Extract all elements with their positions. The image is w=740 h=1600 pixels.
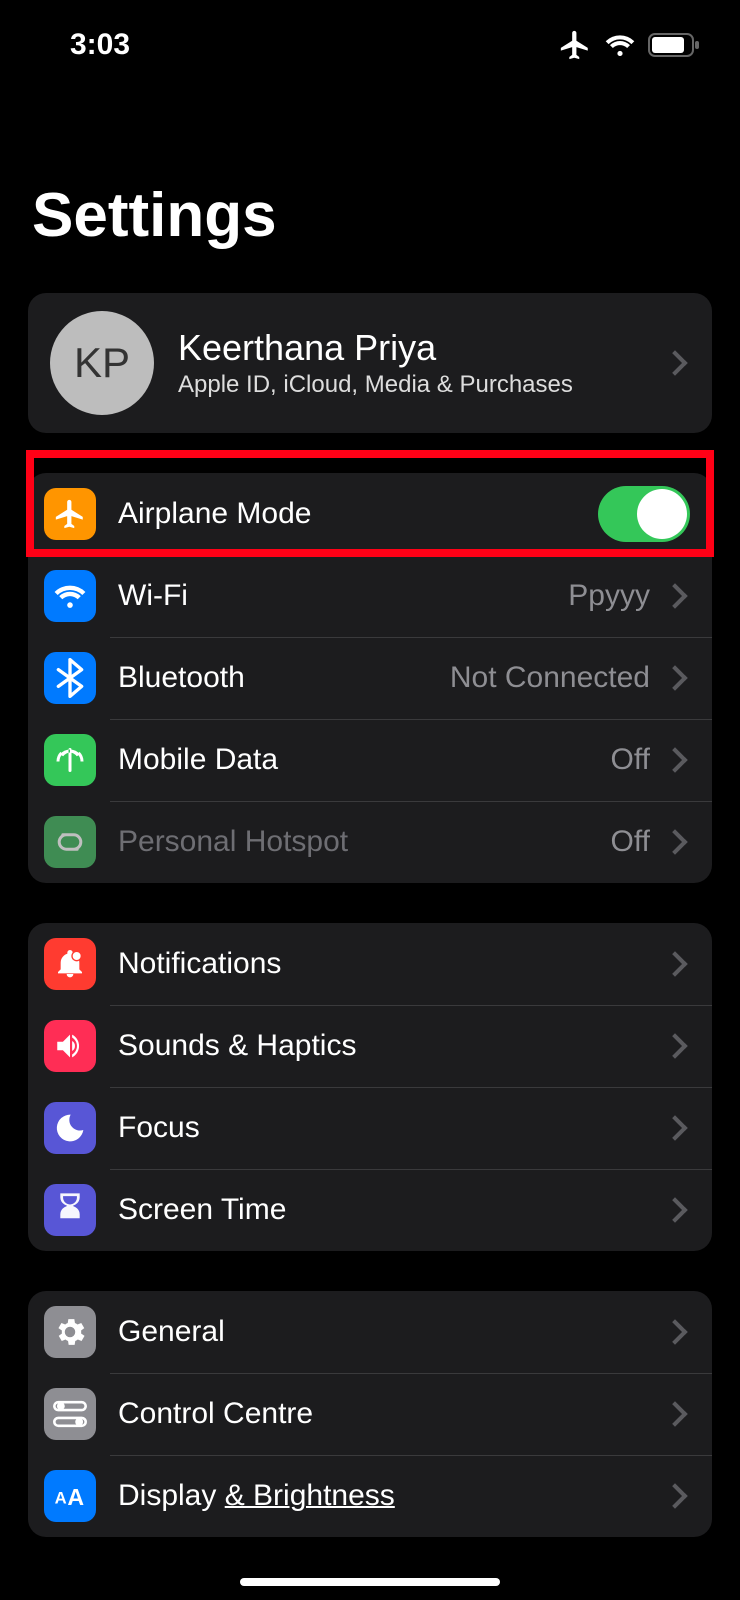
sounds-label: Sounds & Haptics: [118, 1029, 666, 1063]
mobiledata-row[interactable]: Mobile DataOff: [28, 719, 712, 801]
airplane-icon: [44, 488, 96, 540]
wifi-label: Wi-Fi: [118, 579, 568, 613]
airplane-row[interactable]: Airplane Mode: [28, 473, 712, 555]
status-icons: [558, 28, 700, 62]
screentime-row[interactable]: Screen Time: [28, 1169, 712, 1251]
hotspot-row[interactable]: Personal HotspotOff: [28, 801, 712, 883]
general-icon: [44, 1306, 96, 1358]
airplane-label: Airplane Mode: [118, 497, 598, 531]
avatar: KP: [50, 311, 154, 415]
focus-row[interactable]: Focus: [28, 1087, 712, 1169]
mobiledata-label: Mobile Data: [118, 743, 611, 777]
bluetooth-icon: [44, 652, 96, 704]
display-label: Display & Brightness: [118, 1479, 666, 1513]
focus-label: Focus: [118, 1111, 666, 1145]
profile-subtitle: Apple ID, iCloud, Media & Purchases: [178, 371, 642, 399]
general-group: General Control Centre AA Display & Brightn…: [28, 1291, 712, 1537]
controlcentre-icon: [44, 1388, 96, 1440]
home-indicator[interactable]: [240, 1578, 500, 1586]
notifications-icon: [44, 938, 96, 990]
general-row[interactable]: General: [28, 1291, 712, 1373]
chevron-right-icon: [662, 1033, 687, 1058]
chevron-right-icon: [662, 1197, 687, 1222]
bluetooth-value: Not Connected: [450, 661, 650, 695]
screentime-icon: [44, 1184, 96, 1236]
chevron-right-icon: [662, 350, 687, 375]
profile-name: Keerthana Priya: [178, 327, 642, 369]
screentime-label: Screen Time: [118, 1193, 666, 1227]
bluetooth-row[interactable]: BluetoothNot Connected: [28, 637, 712, 719]
notifications-row[interactable]: Notifications: [28, 923, 712, 1005]
chevron-right-icon: [662, 665, 687, 690]
display-row[interactable]: AA Display & Brightness: [28, 1455, 712, 1537]
controlcentre-row[interactable]: Control Centre: [28, 1373, 712, 1455]
mobiledata-value: Off: [611, 743, 650, 777]
focus-icon: [44, 1102, 96, 1154]
svg-text:A: A: [55, 1489, 67, 1508]
notifications-group: Notifications Sounds & Haptics Focus Screen…: [28, 923, 712, 1251]
chevron-right-icon: [662, 1319, 687, 1344]
status-time: 3:03: [70, 28, 130, 62]
hotspot-icon: [44, 816, 96, 868]
svg-text:A: A: [67, 1484, 84, 1510]
hotspot-value: Off: [611, 825, 650, 859]
chevron-right-icon: [662, 747, 687, 772]
chevron-right-icon: [662, 829, 687, 854]
chevron-right-icon: [662, 1401, 687, 1426]
page-title: Settings: [0, 90, 740, 269]
chevron-right-icon: [662, 951, 687, 976]
wifi-icon: [604, 32, 636, 58]
connectivity-group: Airplane ModeWi-FiPpyyyBluetoothNot Conn…: [28, 473, 712, 883]
notifications-label: Notifications: [118, 947, 666, 981]
controlcentre-label: Control Centre: [118, 1397, 666, 1431]
airplane-icon: [558, 28, 592, 62]
bluetooth-label: Bluetooth: [118, 661, 450, 695]
sounds-icon: [44, 1020, 96, 1072]
general-label: General: [118, 1315, 666, 1349]
hotspot-label: Personal Hotspot: [118, 825, 611, 859]
wifi-value: Ppyyy: [568, 579, 650, 613]
status-bar: 3:03: [0, 0, 740, 90]
mobiledata-icon: [44, 734, 96, 786]
chevron-right-icon: [662, 1483, 687, 1508]
airplane-toggle[interactable]: [598, 486, 690, 542]
profile-row[interactable]: KP Keerthana Priya Apple ID, iCloud, Med…: [28, 293, 712, 433]
wifi-icon: [44, 570, 96, 622]
chevron-right-icon: [662, 583, 687, 608]
profile-group: KP Keerthana Priya Apple ID, iCloud, Med…: [28, 293, 712, 433]
sounds-row[interactable]: Sounds & Haptics: [28, 1005, 712, 1087]
wifi-row[interactable]: Wi-FiPpyyy: [28, 555, 712, 637]
display-icon: AA: [44, 1470, 96, 1522]
chevron-right-icon: [662, 1115, 687, 1140]
battery-icon: [648, 32, 700, 58]
